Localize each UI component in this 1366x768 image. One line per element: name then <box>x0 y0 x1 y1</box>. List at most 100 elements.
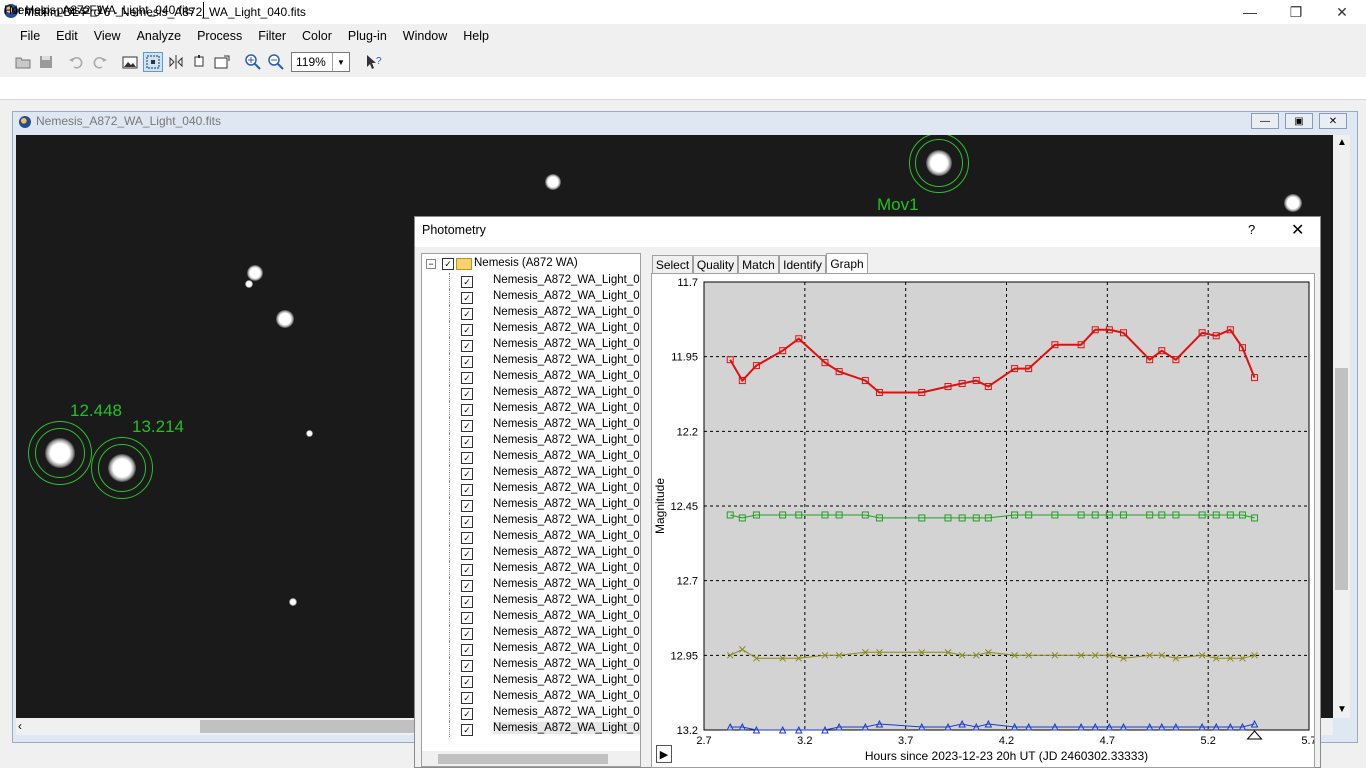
tree-file-item[interactable]: ✓ Nemesis_A872_WA_Light_038 <box>422 689 640 705</box>
magnitude-chart[interactable]: 2.7 3.2 3.7 4.2 4.7 5.2 5.7 11.7 11.95 12.2 12.45 1… <box>652 274 1314 767</box>
checkbox[interactable]: ✓ <box>461 660 473 672</box>
checkbox[interactable]: ✓ <box>461 372 473 384</box>
tree-file-item[interactable]: ✓ Nemesis_A872_WA_Light_008 <box>422 353 640 369</box>
horizontal-scroll-thumb[interactable] <box>200 720 414 733</box>
checkbox[interactable]: ✓ <box>461 388 473 400</box>
save-icon[interactable] <box>36 52 56 72</box>
undo-icon[interactable] <box>66 52 86 72</box>
checkbox[interactable]: ✓ <box>461 516 473 528</box>
checkbox[interactable]: ✓ <box>461 580 473 592</box>
checkbox[interactable]: ✓ <box>461 436 473 448</box>
open-icon[interactable] <box>13 52 33 72</box>
tab-match[interactable]: Match <box>738 255 779 273</box>
checkbox[interactable]: ✓ <box>461 324 473 336</box>
redo-icon[interactable] <box>90 52 110 72</box>
checkbox[interactable]: ✓ <box>461 692 473 704</box>
tab-graph[interactable]: Graph <box>826 253 868 274</box>
checkbox[interactable]: ✓ <box>461 420 473 432</box>
checkbox[interactable]: ✓ <box>461 340 473 352</box>
menu-view[interactable]: View <box>86 26 129 46</box>
menu-window[interactable]: Window <box>395 26 455 46</box>
flip-icon[interactable] <box>166 52 186 72</box>
checkbox[interactable]: ✓ <box>461 484 473 496</box>
tab-quality[interactable]: Quality <box>693 255 738 273</box>
context-help-icon[interactable]: ? <box>364 52 384 72</box>
tree-file-item[interactable]: ✓ Nemesis_A872_WA_Light_002 <box>422 289 640 305</box>
checkbox[interactable]: ✓ <box>461 708 473 720</box>
select-icon[interactable] <box>143 52 163 72</box>
tree-file-item[interactable]: ✓ Nemesis_A872_WA_Light_039 <box>422 705 640 721</box>
menu-process[interactable]: Process <box>189 26 250 46</box>
checkbox[interactable]: ✓ <box>461 308 473 320</box>
tree-file-item[interactable]: ✓ Nemesis_A872_WA_Light_022 <box>422 497 640 513</box>
tree-file-item[interactable]: ✓ Nemesis_A872_WA_Light_003 <box>422 305 640 321</box>
tree-root[interactable]: − ✓ Nemesis (A872 WA) <box>422 256 640 272</box>
tree-file-item[interactable]: ✓ Nemesis_A872_WA_Light_040 <box>422 721 640 737</box>
properties-icon[interactable] <box>212 52 232 72</box>
tree-file-item[interactable]: ✓ Nemesis_A872_WA_Light_018 <box>422 449 640 465</box>
tree-file-item[interactable]: ✓ Nemesis_A872_WA_Light_032 <box>422 609 640 625</box>
tree-file-item[interactable]: ✓ Nemesis_A872_WA_Light_005 <box>422 321 640 337</box>
checkbox[interactable]: ✓ <box>461 724 473 736</box>
scroll-up-icon[interactable]: ▲ <box>1337 137 1347 148</box>
checkbox[interactable]: ✓ <box>461 628 473 640</box>
dialog-close-button[interactable]: ✕ <box>1291 220 1304 240</box>
zoom-combo[interactable]: 119% ▼ <box>291 52 350 72</box>
checkbox[interactable]: ✓ <box>461 596 473 608</box>
tree-file-item[interactable]: ✓ Nemesis_A872_WA_Light_019 <box>422 465 640 481</box>
pin-icon[interactable] <box>189 52 209 72</box>
scroll-down-icon[interactable]: ▼ <box>1337 704 1347 715</box>
tree-scroll-thumb[interactable] <box>438 754 608 764</box>
menu-help[interactable]: Help <box>455 26 497 46</box>
checkbox[interactable]: ✓ <box>461 292 473 304</box>
file-tree[interactable]: − ✓ Nemesis (A872 WA) ✓ Nemesis_A872_WA_L… <box>421 253 641 767</box>
checkbox[interactable]: ✓ <box>461 676 473 688</box>
checkbox[interactable]: ✓ <box>461 468 473 480</box>
scroll-left-icon[interactable]: ‹ <box>18 719 22 733</box>
tree-file-item[interactable]: ✓ Nemesis_A872_WA_Light_009 <box>422 369 640 385</box>
checkbox[interactable]: ✓ <box>461 548 473 560</box>
tree-file-item[interactable]: ✓ Nemesis_A872_WA_Light_036 <box>422 657 640 673</box>
checkbox[interactable]: ✓ <box>461 452 473 464</box>
menu-filter[interactable]: Filter <box>250 26 294 46</box>
checkbox[interactable]: ✓ <box>442 258 454 270</box>
checkbox[interactable]: ✓ <box>461 564 473 576</box>
tab-identify[interactable]: Identify <box>779 255 826 273</box>
menu-plugin[interactable]: Plug-in <box>340 26 395 46</box>
checkbox[interactable]: ✓ <box>461 532 473 544</box>
checkbox[interactable]: ✓ <box>461 644 473 656</box>
tree-file-item[interactable]: ✓ Nemesis_A872_WA_Light_017 <box>422 433 640 449</box>
tree-file-item[interactable]: ✓ Nemesis_A872_WA_Light_012 <box>422 401 640 417</box>
tree-file-item[interactable]: ✓ Nemesis_A872_WA_Light_029 <box>422 577 640 593</box>
chevron-down-icon[interactable]: ▼ <box>332 53 349 71</box>
minimize-button[interactable]: — <box>1227 0 1273 24</box>
child-minimize-button[interactable]: — <box>1251 113 1279 129</box>
tree-file-item[interactable]: ✓ Nemesis_A872_WA_Light_034 <box>422 641 640 657</box>
collapse-icon[interactable]: − <box>426 259 436 269</box>
menu-color[interactable]: Color <box>294 26 340 46</box>
child-restore-button[interactable]: ▣ <box>1285 113 1313 129</box>
tree-file-item[interactable]: ✓ Nemesis_A872_WA_Light_033 <box>422 625 640 641</box>
tree-file-item[interactable]: ✓ Nemesis_A872_WA_Light_006 <box>422 337 640 353</box>
tree-file-item[interactable]: ✓ Nemesis_A872_WA_Light_025 <box>422 529 640 545</box>
checkbox[interactable]: ✓ <box>461 404 473 416</box>
tree-file-item[interactable]: ✓ Nemesis_A872_WA_Light_020 <box>422 481 640 497</box>
zoom-in-icon[interactable] <box>243 52 263 72</box>
tree-file-item[interactable]: ✓ Nemesis_A872_WA_Light_011 <box>422 385 640 401</box>
checkbox[interactable]: ✓ <box>461 500 473 512</box>
help-button[interactable]: ? <box>1248 222 1255 237</box>
tree-file-item[interactable]: ✓ Nemesis_A872_WA_Light_023 <box>422 513 640 529</box>
tab-select[interactable]: Select <box>652 255 693 273</box>
checkbox[interactable]: ✓ <box>461 612 473 624</box>
tree-file-item[interactable]: ✓ Nemesis_A872_WA_Light_027 <box>422 545 640 561</box>
tree-file-item[interactable]: ✓ Nemesis_A872_WA_Light_028 <box>422 561 640 577</box>
zoom-out-icon[interactable] <box>266 52 286 72</box>
checkbox[interactable]: ✓ <box>461 356 473 368</box>
vertical-scroll-thumb[interactable] <box>1335 368 1348 590</box>
checkbox[interactable]: ✓ <box>461 276 473 288</box>
menu-file[interactable]: File <box>12 26 48 46</box>
close-button[interactable]: ✕ <box>1319 0 1365 24</box>
tree-file-item[interactable]: ✓ Nemesis_A872_WA_Light_001 <box>422 273 640 289</box>
image-mode-icon[interactable] <box>120 52 140 72</box>
play-icon[interactable]: ▶ <box>656 745 672 763</box>
